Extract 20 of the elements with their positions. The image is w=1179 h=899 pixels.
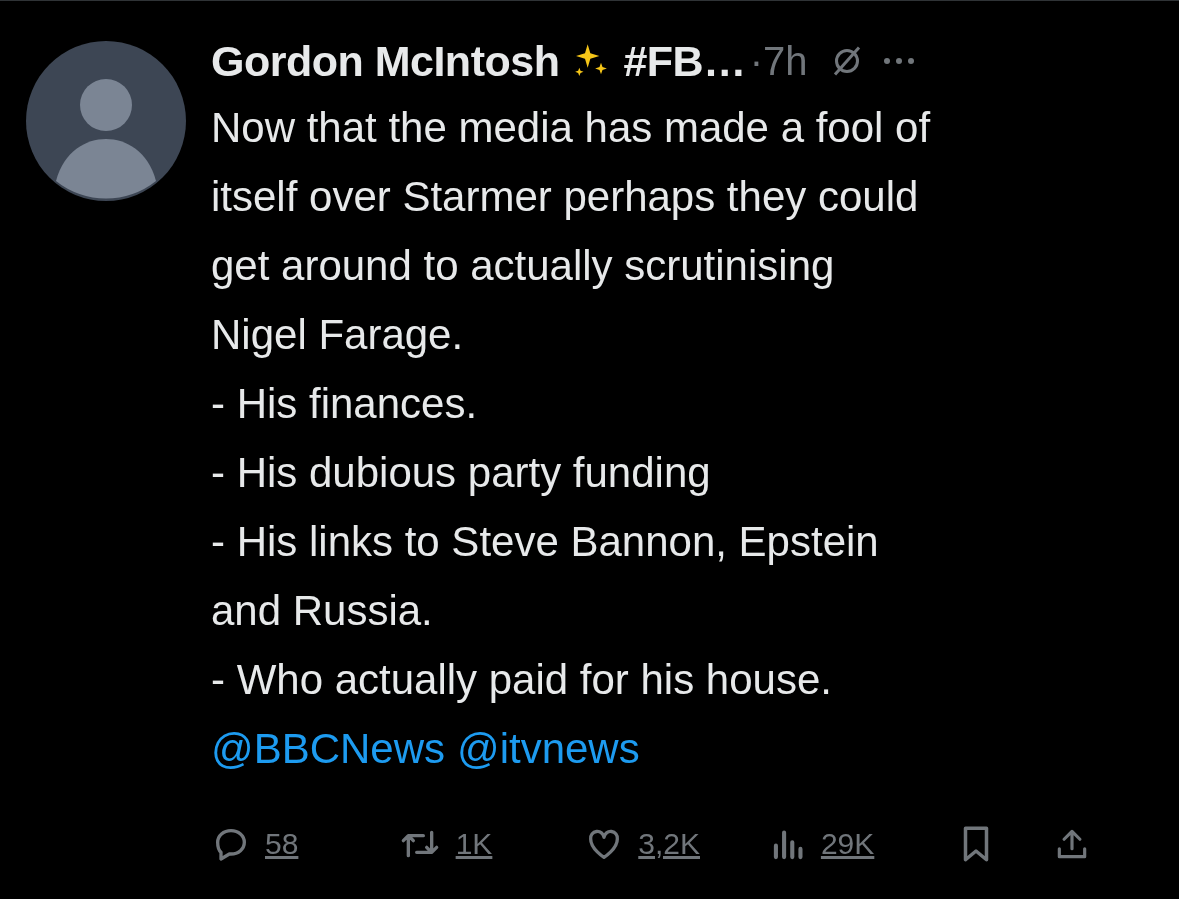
post-text-line: - His links to Steve Bannon, Epstein <box>211 517 880 567</box>
post-text-line: Nigel Farage. <box>211 310 465 360</box>
action-count[interactable]: 1K <box>455 821 493 866</box>
post-text-line: Now that the media has made a fool of <box>211 103 932 153</box>
author-name[interactable]: Gordon McIntosh <box>211 28 560 94</box>
avatar[interactable] <box>26 41 186 201</box>
author-tag: #FB… <box>623 28 746 94</box>
mention-link[interactable]: @BBCNews <box>211 714 445 783</box>
mention-link[interactable]: @itvnews <box>457 714 640 783</box>
action-count[interactable]: 58 <box>265 821 299 866</box>
post-text-line: - His dubious party funding <box>211 448 712 498</box>
post-text-line: get around to actually scrutinising <box>211 241 836 291</box>
post-time[interactable]: 7h <box>762 31 808 91</box>
action-count[interactable]: 29K <box>820 821 875 866</box>
separator-dot: · <box>749 38 763 85</box>
action-count[interactable]: 3,2K <box>638 821 700 866</box>
post-text-line: itself over Starmer perhaps they could <box>211 172 920 222</box>
post-text-line: and Russia. <box>211 586 434 636</box>
post-text-line: - Who actually paid for his house. <box>211 655 833 705</box>
post-text-line: - His finances. <box>211 379 479 429</box>
